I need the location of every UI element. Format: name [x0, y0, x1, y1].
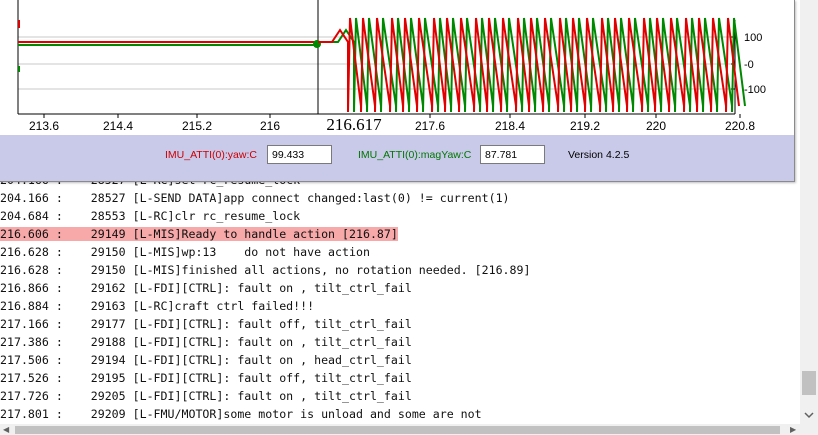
scroll-down-arrow-icon[interactable] [800, 406, 818, 424]
y-tick-label: -100 [744, 84, 766, 96]
scroll-left-arrow-icon[interactable]: ◀ [3, 424, 9, 435]
log-line-text: 217.386 : 29188 [L-FDI][CTRL]: fault on … [0, 335, 412, 349]
yaw-chart[interactable]: 213.6 214.4 215.2 216 217.6 218.4 219.2 220 220.… [0, 0, 794, 135]
log-line[interactable]: 217.526 : 29195 [L-FDI][CTRL]: fault off… [0, 369, 412, 387]
log-line[interactable]: 216.628 : 29150 [L-MIS]wp:13 do not have… [0, 243, 370, 261]
log-line[interactable]: 217.166 : 29177 [L-FDI][CTRL]: fault off… [0, 315, 412, 333]
log-line[interactable]: 204.684 : 28553 [L-RC]clr rc_resume_lock [0, 207, 300, 225]
log-line-text: 216.628 : 29150 [L-MIS]finished all acti… [0, 263, 531, 277]
log-line[interactable]: 217.386 : 29188 [L-FDI][CTRL]: fault on … [0, 333, 412, 351]
vertical-scrollbar[interactable] [800, 0, 818, 424]
horizontal-scrollbar[interactable]: ◀ ▶ [0, 424, 818, 435]
x-tick-label: 219.2 [570, 119, 600, 133]
magyaw-label: IMU_ATTI(0):magYaw:C [358, 149, 472, 161]
x-tick-label: 216 [260, 119, 280, 133]
log-line[interactable]: 217.801 : 29209 [L-FMU/MOTOR]some motor … [0, 405, 482, 423]
scroll-right-arrow-icon[interactable]: ▶ [790, 424, 796, 435]
log-line[interactable]: 216.866 : 29162 [L-FDI][CTRL]: fault on … [0, 279, 412, 297]
x-tick-label: 213.6 [29, 119, 59, 133]
log-line-text: 204.166 : 28527 [L-SEND DATA]app connect… [0, 191, 510, 205]
log-line-text: 217.801 : 29209 [L-FMU/MOTOR]some motor … [0, 407, 482, 421]
x-tick-label: 220 [646, 119, 666, 133]
version-text: Version 4.2.5 [568, 149, 630, 161]
log-line-text: 216.606 : 29149 [L-MIS]Ready to handle a… [0, 227, 398, 241]
cursor-time-label: 216.617 [326, 115, 382, 134]
yaw-value-field[interactable]: 99.433 [267, 145, 332, 164]
log-line[interactable]: 217.726 : 29205 [L-FDI][CTRL]: fault on … [0, 387, 412, 405]
magyaw-value-field[interactable]: 87.781 [480, 145, 545, 164]
y-tick-label: -0 [744, 59, 754, 71]
x-tick-label: 214.4 [103, 119, 133, 133]
vertical-scroll-thumb[interactable] [802, 371, 816, 395]
log-line-text: 216.628 : 29150 [L-MIS]wp:13 do not have… [0, 245, 370, 259]
log-line-text: 216.866 : 29162 [L-FDI][CTRL]: fault on … [0, 281, 412, 295]
log-line-text: 217.726 : 29205 [L-FDI][CTRL]: fault on … [0, 389, 412, 403]
log-line-text: 216.884 : 29163 [L-RC]craft ctrl failed!… [0, 299, 315, 313]
log-line[interactable]: 216.628 : 29150 [L-MIS]finished all acti… [0, 261, 530, 279]
y-tick-label: 100 [744, 32, 762, 44]
log-line-text: 204.684 : 28553 [L-RC]clr rc_resume_lock [0, 209, 301, 223]
log-line-text: 217.166 : 29177 [L-FDI][CTRL]: fault off… [0, 317, 412, 331]
log-line[interactable]: 216.884 : 29163 [L-RC]craft ctrl failed!… [0, 297, 314, 315]
log-line[interactable]: 217.506 : 29194 [L-FDI][CTRL]: fault on … [0, 351, 412, 369]
yaw-label: IMU_ATTI(0):yaw:C [165, 149, 257, 161]
x-tick-label: 215.2 [182, 119, 212, 133]
x-tick-label: 217.6 [415, 119, 445, 133]
log-line[interactable]: 216.606 : 29149 [L-MIS]Ready to handle a… [0, 225, 398, 243]
log-line[interactable]: 204.166 : 28527 [L-SEND DATA]app connect… [0, 189, 510, 207]
log-line-text: 217.506 : 29194 [L-FDI][CTRL]: fault on … [0, 353, 412, 367]
chart-panel: 213.6 214.4 215.2 216 217.6 218.4 219.2 220 220.… [0, 0, 795, 182]
x-tick-label: 218.4 [495, 119, 525, 133]
horizontal-scroll-thumb[interactable] [15, 426, 780, 434]
x-tick-label: 220.8 [725, 119, 755, 133]
log-line-text: 217.526 : 29195 [L-FDI][CTRL]: fault off… [0, 371, 412, 385]
